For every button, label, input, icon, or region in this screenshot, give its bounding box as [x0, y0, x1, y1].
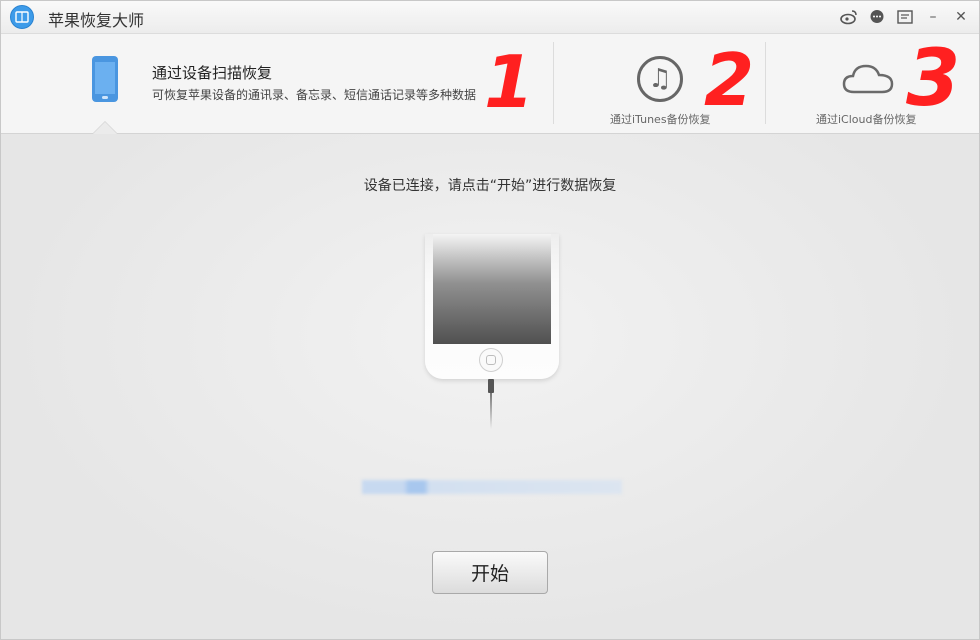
cloud-icon [842, 62, 894, 100]
main-panel: 设备已连接，请点击“开始”进行数据恢复 开始 [0, 134, 980, 640]
tab-device-scan-title: 通过设备扫描恢复 [152, 64, 273, 82]
weibo-icon[interactable] [840, 8, 858, 26]
tab-icloud-label: 通过iCloud备份恢复 [816, 113, 917, 126]
menu-icon[interactable] [896, 8, 914, 26]
tab-device-scan-desc: 可恢复苹果设备的通讯录、备忘录、短信通话记录等多种数据 [152, 88, 477, 102]
start-button[interactable]: 开始 [432, 551, 548, 594]
close-icon[interactable]: ✕ [952, 8, 970, 26]
cable-icon [488, 379, 494, 429]
tab-itunes-label: 通过iTunes备份恢复 [610, 113, 711, 126]
title-bar: 苹果恢复大师 – ✕ [0, 0, 980, 34]
minimize-icon[interactable]: – [924, 8, 942, 26]
home-button-icon [479, 348, 503, 372]
tab-icloud-backup[interactable]: 通过iCloud备份恢复 3 [766, 34, 980, 134]
device-screen [433, 234, 551, 344]
tab-device-scan[interactable]: 通过设备扫描恢复 可恢复苹果设备的通讯录、备忘录、短信通话记录等多种数据 1 [0, 34, 553, 134]
annotation-2: 2 [704, 38, 755, 122]
connection-instruction: 设备已连接，请点击“开始”进行数据恢复 [363, 178, 617, 194]
tab-itunes-backup[interactable]: ♫ 通过iTunes备份恢复 2 [554, 34, 765, 134]
mode-tabs: 通过设备扫描恢复 可恢复苹果设备的通讯录、备忘录、短信通话记录等多种数据 1 ♫… [0, 34, 980, 134]
phone-icon [92, 56, 118, 102]
device-illustration [425, 234, 559, 379]
device-info-bar [362, 480, 622, 494]
app-logo-icon [10, 5, 34, 29]
itunes-music-icon: ♫ [637, 56, 683, 102]
app-title: 苹果恢复大师 [48, 11, 145, 30]
chat-icon[interactable] [868, 8, 886, 26]
annotation-1: 1 [484, 40, 535, 124]
annotation-3: 3 [906, 34, 961, 124]
